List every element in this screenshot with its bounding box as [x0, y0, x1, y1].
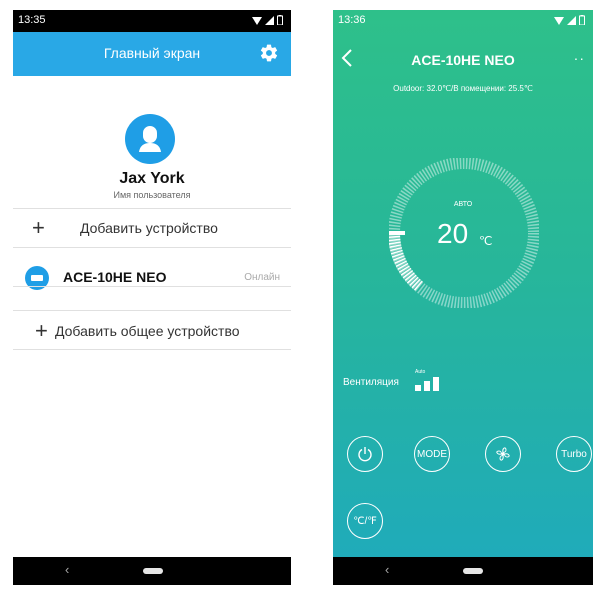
navigation-bar: ‹ — [13, 557, 291, 585]
dial-handle[interactable] — [389, 231, 405, 235]
add-device-button[interactable]: + Добавить устройство — [13, 209, 291, 247]
fan-button[interactable] — [485, 436, 521, 472]
status-icons — [554, 15, 585, 25]
user-icon — [139, 126, 161, 152]
nav-back-button[interactable]: ‹ — [385, 562, 389, 577]
signal-icon — [567, 15, 576, 25]
status-icons — [252, 15, 283, 25]
wifi-icon — [554, 16, 564, 25]
status-time: 13:36 — [338, 14, 366, 26]
device-name: ACE-10HE NEO — [63, 269, 167, 285]
plus-icon: + — [32, 215, 45, 240]
fan-speed-icon[interactable] — [415, 375, 445, 391]
battery-icon — [579, 15, 585, 25]
signal-icon — [265, 15, 274, 25]
page-title: Главный экран — [103, 45, 201, 61]
mode-button[interactable]: MODE — [414, 436, 450, 472]
fan-speed-label: Вентиляция — [343, 377, 399, 388]
device-title: ACE-10HE NEO — [411, 52, 515, 68]
wifi-icon — [252, 16, 262, 25]
add-shared-device-button[interactable]: + Добавить общее устройство — [13, 312, 291, 350]
unit-toggle-button[interactable]: ℃/℉ — [347, 503, 383, 539]
divider — [13, 310, 291, 311]
device-control-screen: 13:36 ACE-10HE NEO ·· Outdoor: 32.0℃/В п… — [333, 10, 593, 585]
status-bar: 13:35 — [13, 10, 291, 32]
app-bar: Главный экран — [13, 32, 291, 76]
nav-home-button[interactable] — [463, 568, 483, 574]
status-bar: 13:36 — [333, 10, 593, 32]
divider — [13, 349, 291, 350]
more-icon[interactable]: ·· — [574, 50, 585, 66]
status-time: 13:35 — [18, 14, 46, 26]
mode-label: АВТО — [453, 201, 473, 208]
unit-toggle-label: ℃/℉ — [353, 515, 377, 527]
nav-back-button[interactable]: ‹ — [65, 562, 69, 577]
navigation-bar: ‹ — [333, 557, 593, 585]
temperature-unit: ℃ — [479, 234, 493, 248]
plus-icon: + — [35, 318, 48, 343]
device-status: Онлайн — [244, 272, 280, 283]
gear-icon[interactable] — [259, 43, 279, 63]
fan-icon — [496, 447, 510, 461]
mode-button-label: MODE — [417, 448, 447, 460]
nav-home-button[interactable] — [143, 568, 163, 574]
divider — [13, 247, 291, 248]
user-name: Jax York — [119, 170, 185, 187]
home-screen: 13:35 Главный экран Jax York Имя пользов… — [13, 10, 291, 585]
user-name-caption: Имя пользователя — [113, 190, 191, 200]
target-temperature: 20 — [437, 218, 469, 249]
add-shared-device-label: Добавить общее устройство — [55, 323, 240, 339]
power-icon — [358, 447, 372, 462]
turbo-button-label: Turbo — [561, 448, 587, 460]
turbo-button[interactable]: Turbo — [556, 436, 592, 472]
battery-icon — [277, 15, 283, 25]
add-device-label: Добавить устройство — [80, 220, 218, 236]
temperature-readout: Outdoor: 32.0℃/В помещении: 25.5℃ — [393, 84, 533, 93]
avatar[interactable] — [125, 114, 175, 164]
divider — [13, 286, 291, 287]
power-button[interactable] — [347, 436, 383, 472]
